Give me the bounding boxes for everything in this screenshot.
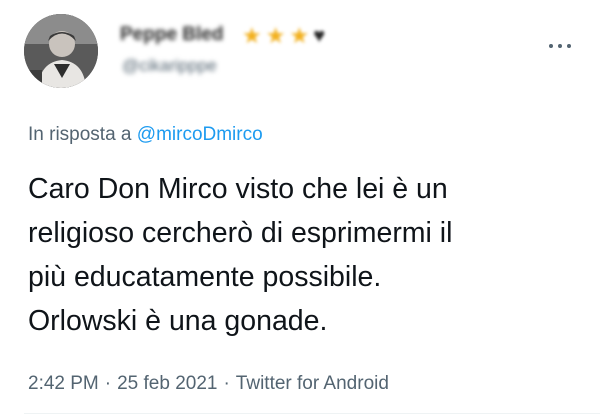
meta-separator: · xyxy=(104,373,112,394)
divider xyxy=(24,413,600,414)
name-badges: ★ ★ ★ ♥ xyxy=(242,23,326,48)
more-options-button[interactable] xyxy=(542,34,578,58)
reply-mention-link[interactable]: @mircoDmirco xyxy=(137,124,263,145)
reply-context: In risposta a @mircoDmirco xyxy=(28,124,263,146)
star-icon: ★ xyxy=(242,23,262,48)
user-handle[interactable]: @cikaripppe xyxy=(122,56,217,76)
tweet-source[interactable]: Twitter for Android xyxy=(236,373,389,394)
tweet-date[interactable]: 25 feb 2021 xyxy=(117,373,217,394)
avatar[interactable] xyxy=(24,14,98,88)
meta-separator: · xyxy=(223,373,230,394)
star-icon: ★ xyxy=(265,23,286,48)
reply-prefix: In risposta a xyxy=(28,124,137,145)
avatar-photo-icon xyxy=(24,14,98,88)
tweet-card: Peppe Bled ★ ★ ★ ♥ @cikaripppe In rispos… xyxy=(0,0,600,420)
tweet-time[interactable]: 2:42 PM xyxy=(28,373,99,394)
author-names: Peppe Bled ★ ★ ★ ♥ @cikaripppe xyxy=(120,24,440,88)
tweet-header: Peppe Bled ★ ★ ★ ♥ @cikaripppe xyxy=(24,12,584,92)
display-name[interactable]: Peppe Bled xyxy=(120,24,223,46)
tweet-text: Caro Don Mirco visto che lei è un religi… xyxy=(28,173,453,337)
more-dot-icon xyxy=(558,44,562,48)
black-heart-icon: ♥ xyxy=(313,25,326,47)
tweet-metadata: 2:42 PM · 25 feb 2021 · Twitter for Android xyxy=(28,373,389,395)
star-icon: ★ xyxy=(289,23,310,48)
more-dot-icon xyxy=(549,44,553,48)
more-dot-icon xyxy=(567,44,571,48)
